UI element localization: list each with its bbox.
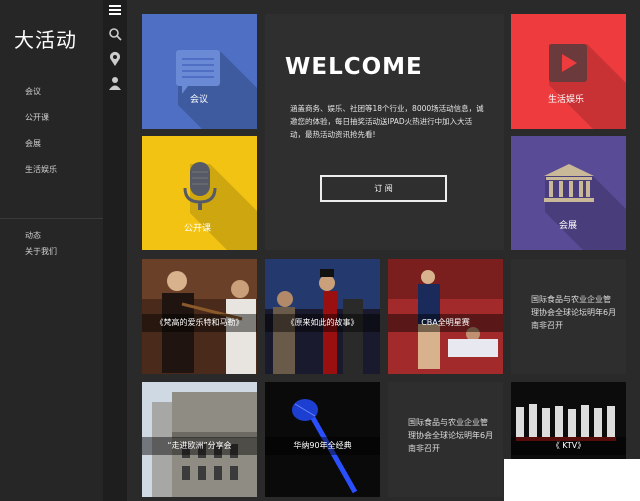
museum-icon (544, 164, 626, 250)
event-card-story[interactable]: 《原来如此的故事》 (265, 259, 380, 374)
tile-meeting[interactable]: 会议 (142, 14, 257, 129)
tile-life-label: 生活娱乐 (548, 95, 585, 105)
event-card-cba[interactable]: CBA全明星赛 (388, 259, 503, 374)
sidebar-item-meeting[interactable]: 会议 (25, 86, 57, 112)
sidebar-item-course[interactable]: 公开课 (25, 112, 57, 138)
event-card-ktv-title: 《 KTV》 (511, 437, 626, 455)
location-icon[interactable] (107, 51, 123, 67)
welcome-panel: WELCOME 涵盖商务、娱乐、社团等18个行业，8000场活动信息，诚邀您的体… (265, 14, 504, 250)
tile-expo-label: 会展 (559, 221, 578, 231)
event-card-warner[interactable]: 华纳90年全经典 (265, 382, 380, 497)
corner-block (504, 459, 640, 501)
tile-expo[interactable]: 会展 (511, 136, 626, 250)
icon-bar (103, 0, 127, 501)
chat-icon (176, 50, 257, 129)
event-card-concert[interactable]: 《梵高的爱乐特和马勒》 (142, 259, 257, 374)
event-card-concert-title: 《梵高的爱乐特和马勒》 (142, 314, 257, 332)
sidebar: 大活动 会议 公开课 会展 生活娱乐 动态 关于我们 (0, 0, 103, 501)
logo[interactable]: 大活动 (14, 24, 77, 53)
sidebar-item-expo[interactable]: 会展 (25, 138, 57, 164)
sidebar-nav: 会议 公开课 会展 生活娱乐 (25, 86, 57, 190)
news-card-1[interactable]: 国际食品与农业企业管理协会全球论坛明年6月南非召开 (511, 259, 626, 374)
event-card-europe[interactable]: “走进欧洲”分享会 (142, 382, 257, 497)
tile-meeting-label: 会议 (190, 95, 209, 105)
subscribe-button[interactable]: 订 阅 (320, 175, 447, 202)
news-card-1-text: 国际食品与农业企业管理协会全球论坛明年6月南非召开 (531, 295, 617, 330)
sidebar-item-life[interactable]: 生活娱乐 (25, 164, 57, 190)
sidebar-item-about[interactable]: 关于我们 (25, 246, 57, 262)
news-card-2-text: 国际食品与农业企业管理协会全球论坛明年6月南非召开 (408, 418, 494, 453)
welcome-title: WELCOME (285, 54, 423, 80)
tile-course[interactable]: 公开课 (142, 136, 257, 250)
event-card-cba-title: CBA全明星赛 (388, 314, 503, 332)
sidebar-divider (0, 218, 103, 219)
sidebar-item-news[interactable]: 动态 (25, 230, 57, 246)
tile-course-label: 公开课 (184, 224, 212, 234)
play-icon (549, 44, 626, 129)
sidebar-footer-nav: 动态 关于我们 (25, 230, 57, 262)
event-card-story-title: 《原来如此的故事》 (265, 314, 380, 332)
event-card-warner-title: 华纳90年全经典 (265, 437, 380, 455)
event-card-europe-title: “走进欧洲”分享会 (142, 437, 257, 455)
search-icon[interactable] (107, 26, 123, 42)
tile-life[interactable]: 生活娱乐 (511, 14, 626, 129)
news-card-2[interactable]: 国际食品与农业企业管理协会全球论坛明年6月南非召开 (388, 382, 503, 497)
welcome-text: 涵盖商务、娱乐、社团等18个行业，8000场活动信息，诚邀您的体验，每日抽奖活动… (290, 104, 484, 139)
user-icon[interactable] (107, 75, 123, 91)
menu-icon[interactable] (107, 2, 123, 18)
